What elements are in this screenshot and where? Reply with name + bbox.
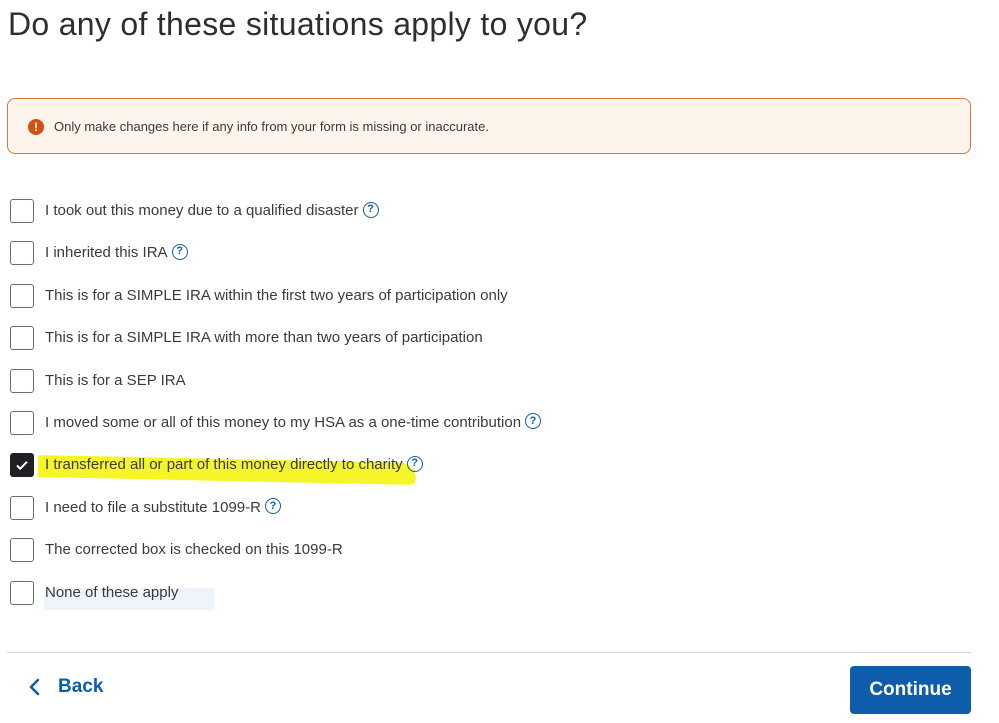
option-label[interactable]: None of these apply (45, 584, 178, 601)
situation-options: I took out this money due to a qualified… (10, 199, 710, 623)
option-substitute-1099r[interactable]: I need to file a substitute 1099-R? (10, 495, 710, 538)
checkbox[interactable] (10, 538, 34, 563)
help-icon[interactable]: ? (171, 243, 188, 260)
continue-button[interactable]: Continue (850, 666, 971, 714)
checkbox[interactable] (10, 495, 34, 520)
option-label[interactable]: I moved some or all of this money to my … (45, 414, 521, 431)
option-corrected-box[interactable]: The corrected box is checked on this 109… (10, 538, 710, 580)
checkbox[interactable] (10, 453, 34, 478)
checkbox[interactable] (10, 241, 34, 266)
option-simple-ira-first-two-years[interactable]: This is for a SIMPLE IRA within the firs… (10, 283, 710, 326)
page: Do any of these situations apply to you?… (0, 0, 999, 723)
checkbox[interactable] (10, 410, 34, 435)
info-alert: ! Only make changes here if any info fro… (7, 98, 971, 154)
option-label[interactable]: I transferred all or part of this money … (45, 456, 403, 473)
exclamation-icon: ! (28, 119, 44, 135)
alert-text: Only make changes here if any info from … (54, 118, 489, 134)
option-label[interactable]: The corrected box is checked on this 109… (45, 541, 343, 558)
help-icon[interactable]: ? (264, 498, 281, 515)
option-qualified-disaster[interactable]: I took out this money due to a qualified… (10, 199, 710, 241)
help-icon[interactable]: ? (406, 455, 423, 472)
help-icon[interactable]: ? (525, 413, 542, 430)
option-charity-transfer[interactable]: I transferred all or part of this money … (10, 453, 710, 495)
checkbox[interactable] (10, 580, 34, 605)
page-title: Do any of these situations apply to you? (8, 6, 588, 42)
checkbox[interactable] (10, 283, 34, 308)
footer-divider (7, 652, 971, 653)
option-label[interactable]: I need to file a substitute 1099-R (45, 499, 261, 516)
checkbox[interactable] (10, 326, 34, 351)
help-icon[interactable]: ? (362, 201, 379, 218)
option-simple-ira-more-than-two-years[interactable]: This is for a SIMPLE IRA with more than … (10, 326, 710, 368)
option-label[interactable]: This is for a SIMPLE IRA with more than … (45, 329, 483, 346)
checkmark-icon (16, 461, 28, 471)
checkbox[interactable] (10, 199, 34, 223)
option-label[interactable]: I inherited this IRA (45, 244, 168, 261)
option-sep-ira[interactable]: This is for a SEP IRA (10, 368, 710, 411)
option-none-apply[interactable]: None of these apply (10, 580, 710, 623)
checkbox[interactable] (10, 368, 34, 393)
option-label[interactable]: This is for a SEP IRA (45, 372, 186, 389)
option-label[interactable]: I took out this money due to a qualified… (45, 202, 359, 219)
back-label: Back (58, 676, 104, 697)
option-inherited-ira[interactable]: I inherited this IRA? (10, 241, 710, 283)
back-button[interactable]: Back (28, 676, 103, 698)
option-label[interactable]: This is for a SIMPLE IRA within the firs… (45, 287, 508, 304)
option-hsa-contribution[interactable]: I moved some or all of this money to my … (10, 410, 710, 453)
chevron-left-icon (29, 678, 40, 696)
